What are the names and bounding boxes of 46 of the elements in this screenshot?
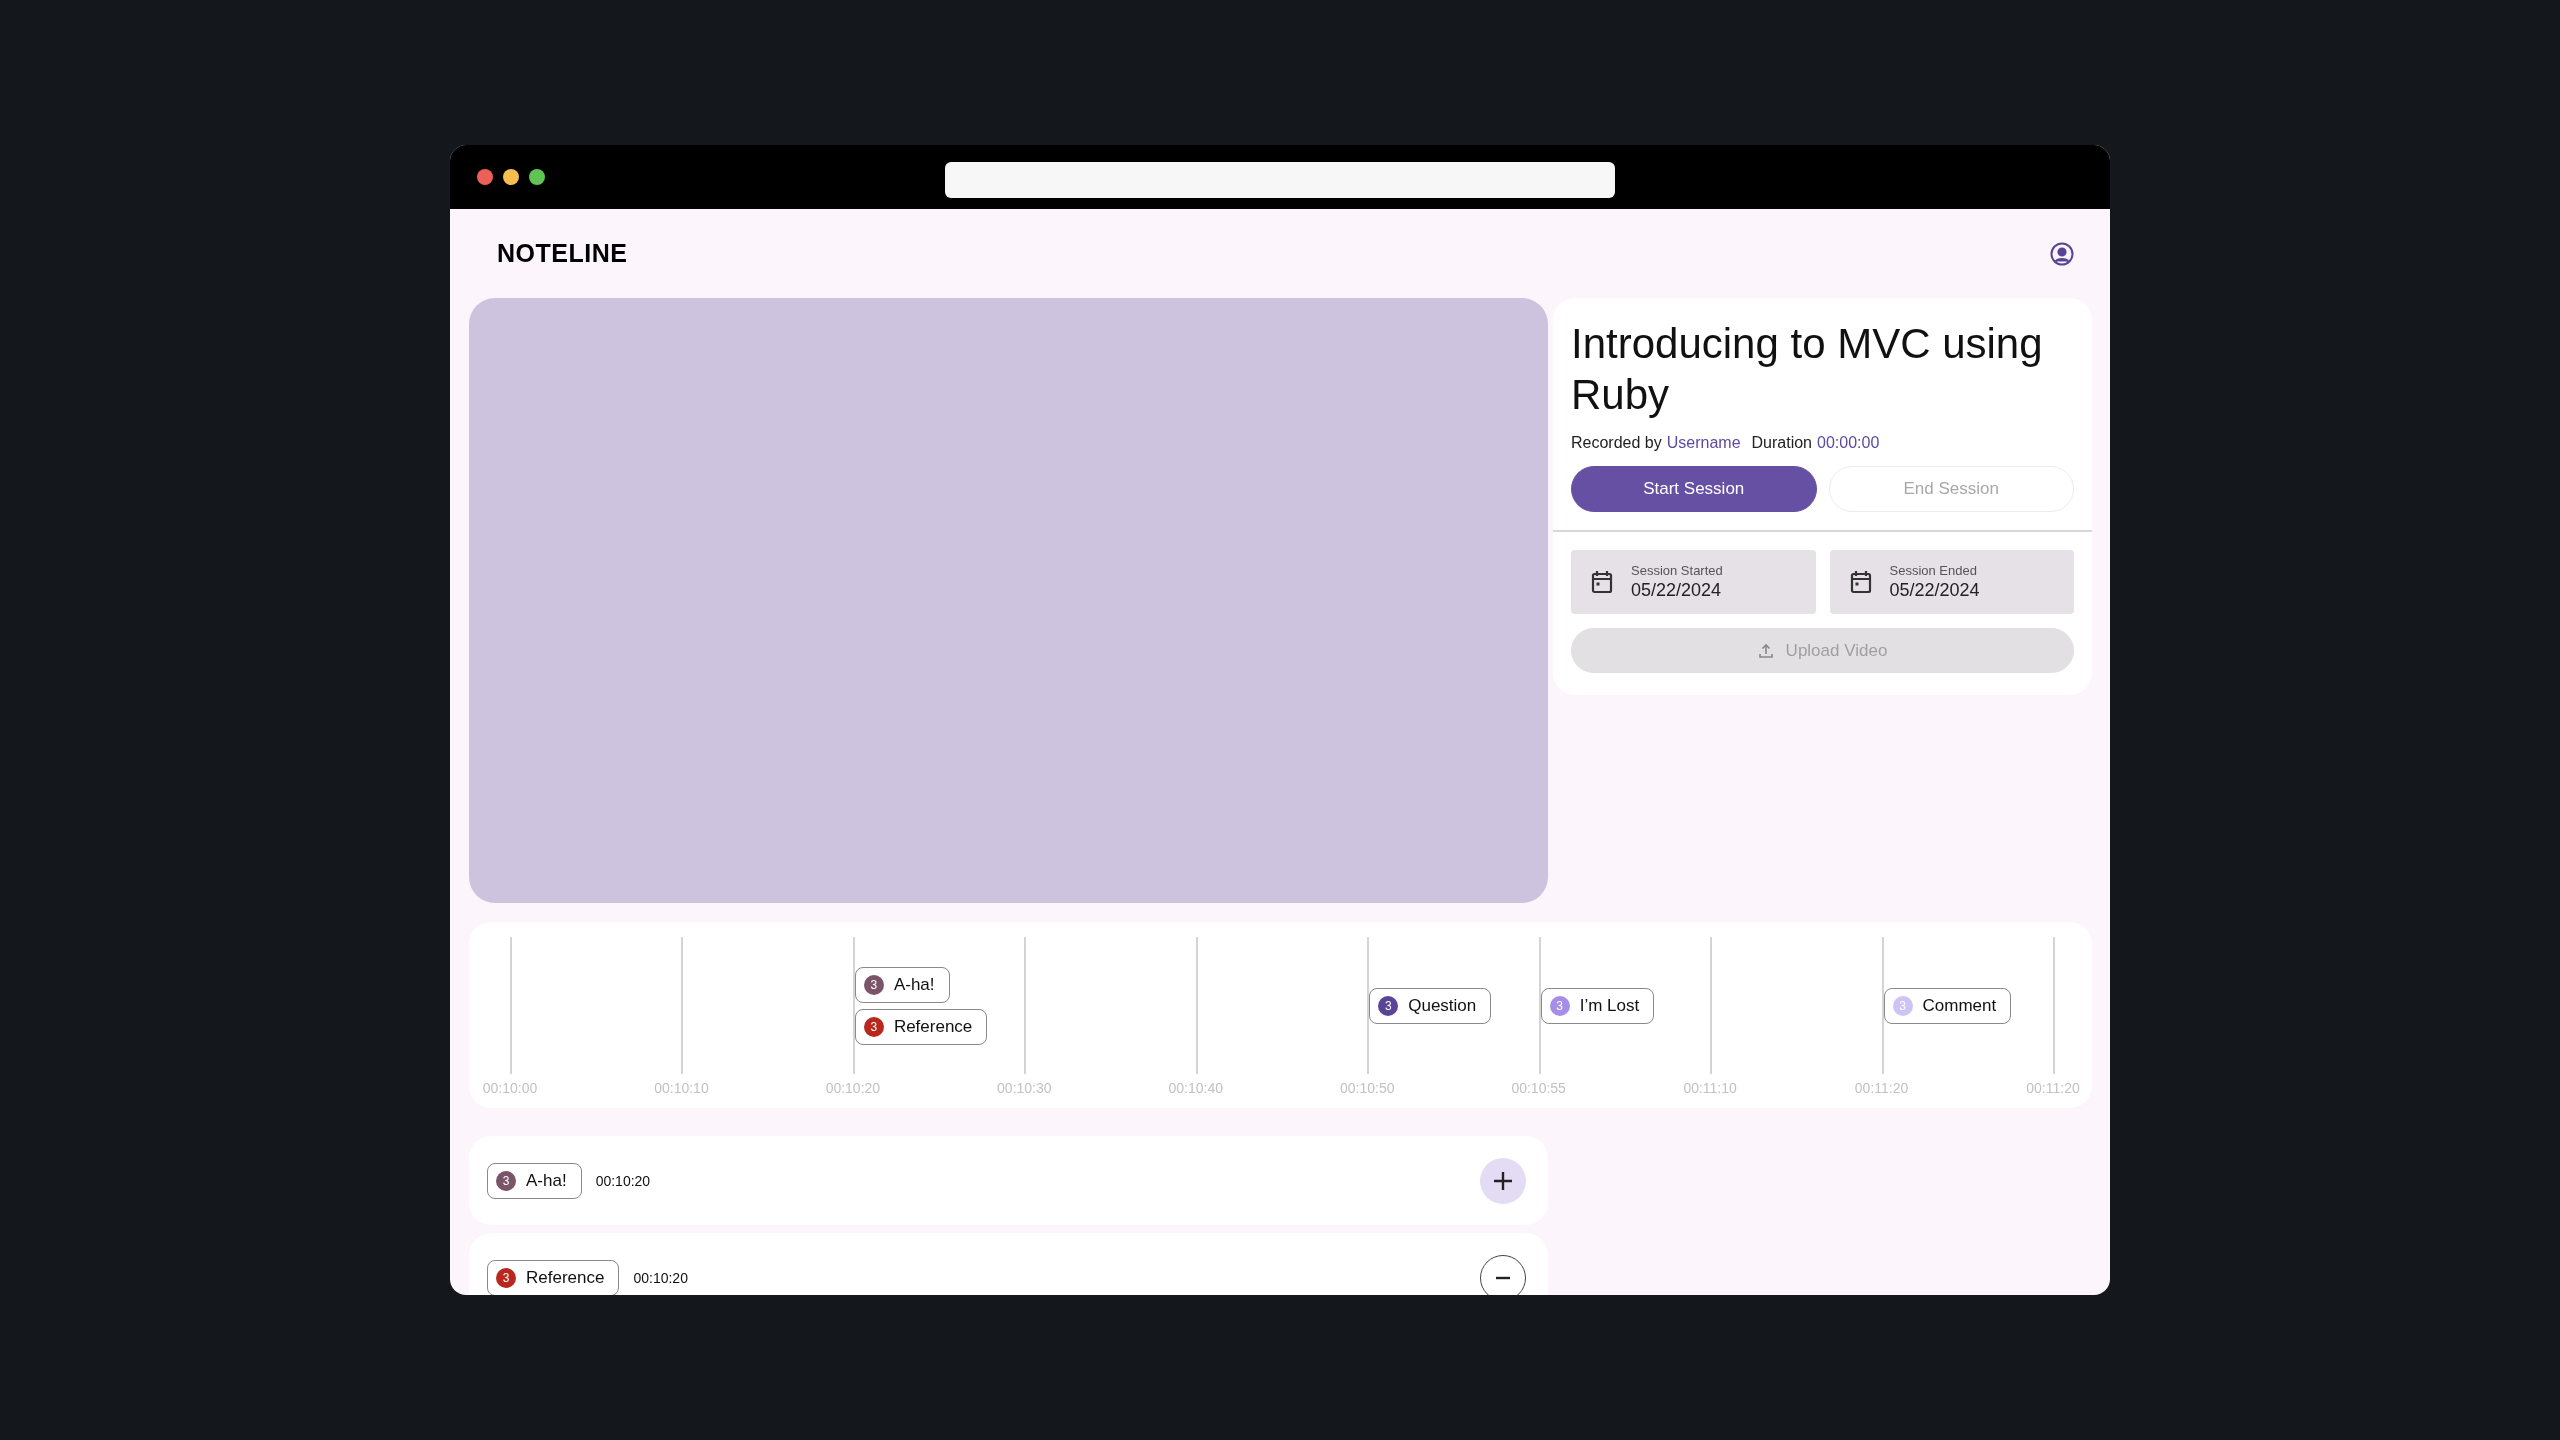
count-badge: 3 (863, 974, 884, 995)
maximize-window-button[interactable] (529, 169, 545, 185)
user-icon[interactable] (2050, 241, 2074, 266)
time-tick-label: 00:10:20 (825, 1080, 881, 1096)
count-badge: 3 (496, 1170, 516, 1191)
count-badge: 3 (496, 1267, 516, 1288)
upload-icon (1757, 642, 1774, 659)
tag-chip[interactable]: 3 Comment (1883, 987, 2012, 1024)
minus-icon (1496, 1275, 1510, 1280)
count-badge: 3 (1378, 995, 1399, 1016)
tag-chip[interactable]: 3 I’m Lost (1540, 987, 1655, 1024)
date-field[interactable]: Session Ended 05/22/2024 (1829, 550, 2074, 614)
tag-chip[interactable]: 3 Reference (487, 1259, 620, 1295)
time-tick-label: 00:11:10 (1683, 1080, 1737, 1096)
minimize-window-button[interactable] (503, 169, 519, 185)
calendar-icon (1849, 570, 1872, 594)
count-badge: 3 (1549, 995, 1570, 1016)
time-tick-label: 00:10:50 (1339, 1080, 1395, 1096)
count-badge: 3 (1892, 995, 1913, 1016)
recorded-by-label: Recorded by (1571, 434, 1662, 452)
session-title: Introducing to MVC using Ruby (1571, 319, 2044, 420)
time-tick-label: 00:11:20 (1854, 1080, 1909, 1096)
time-tick-label: 00:10:00 (482, 1080, 538, 1096)
session-button[interactable]: Start Session (1571, 466, 1817, 512)
time-tick-label: 00:10:10 (654, 1080, 709, 1096)
time-tick-label: 00:10:55 (1511, 1080, 1566, 1096)
tag-chip[interactable]: 3 A-ha! (854, 966, 950, 1003)
duration-label: Duration (1751, 434, 1812, 452)
close-window-button[interactable] (477, 169, 493, 185)
count-badge: 3 (863, 1016, 884, 1037)
time-tick-label: 00:10:40 (1168, 1080, 1223, 1096)
tag-chip[interactable]: 3 A-ha! (487, 1162, 582, 1199)
username-link[interactable]: Username (1666, 434, 1741, 452)
time-tick-label: 00:10:30 (997, 1080, 1052, 1096)
plus-icon (1493, 1170, 1513, 1191)
remove-button[interactable] (1480, 1254, 1526, 1295)
note-time: 00:10:20 (595, 1172, 651, 1189)
calendar-icon (1591, 570, 1613, 594)
date-field[interactable]: Session Started 05/22/2024 (1571, 550, 1816, 614)
time-tick-label: 00:11:20 (2026, 1080, 2080, 1096)
tag-chip[interactable]: 3 Reference (854, 1008, 988, 1045)
add-button[interactable] (1480, 1157, 1526, 1204)
duration-value: 00:00:00 (1817, 434, 1880, 452)
app-logo: NOTELINE (497, 239, 628, 268)
tag-chip[interactable]: 3 Question (1369, 987, 1492, 1024)
note-time: 00:10:20 (633, 1269, 688, 1286)
